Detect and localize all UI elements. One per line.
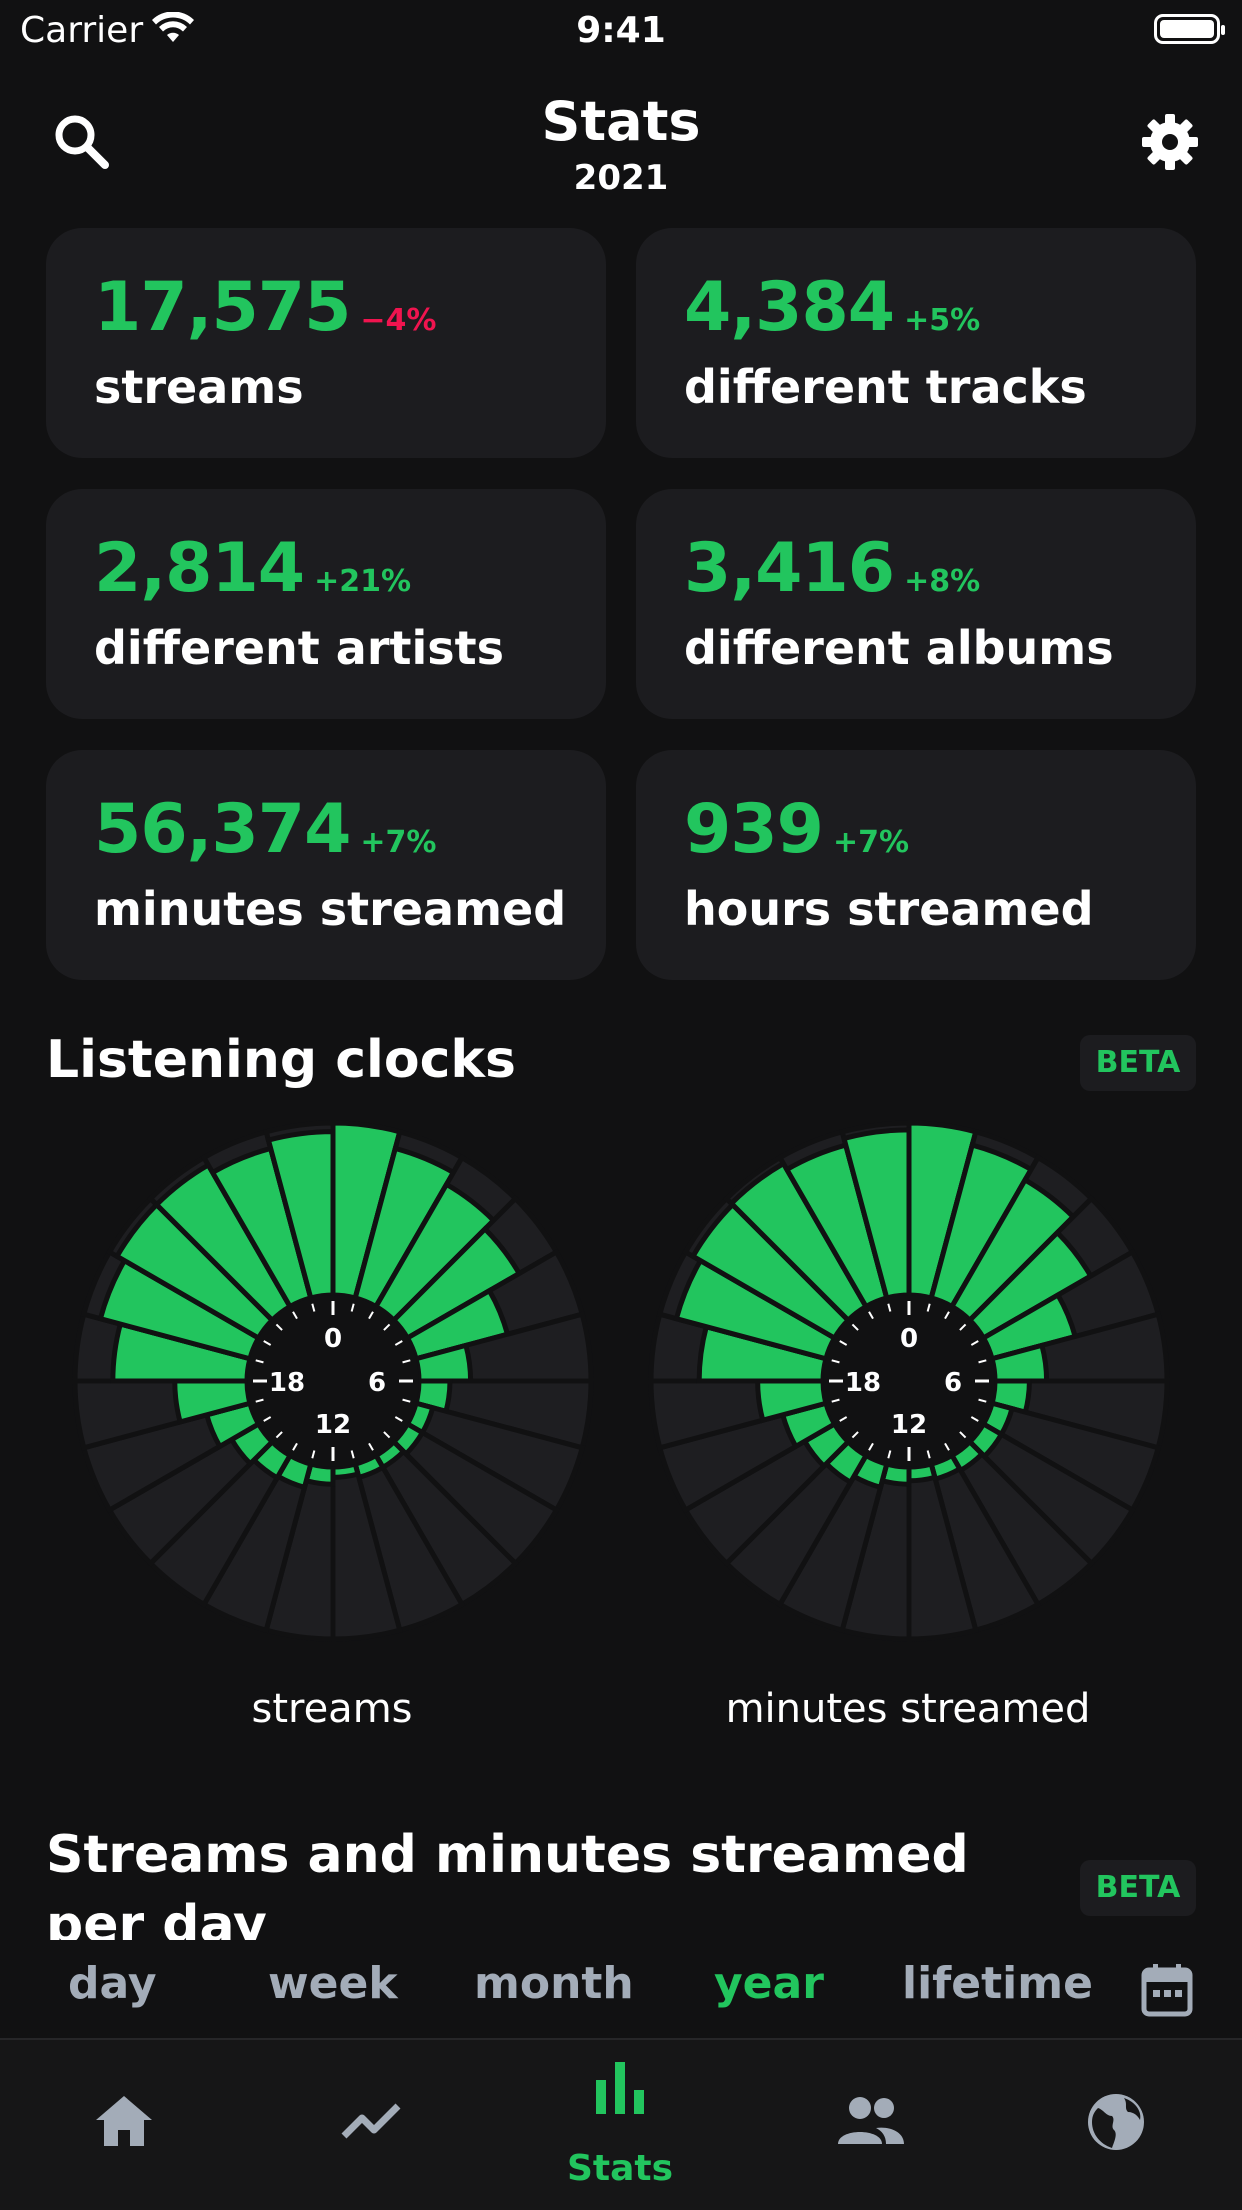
page-subtitle-year: 2021: [573, 158, 669, 198]
clock-dial-label: 0: [900, 1324, 918, 1354]
stat-value: 939 +7%: [684, 790, 910, 869]
stat-delta: +8%: [904, 564, 981, 599]
stat-label: streams: [94, 360, 304, 414]
stat-card-minutes-streamed[interactable]: 56,374 +7% minutes streamed: [46, 750, 606, 980]
globe-icon: [1088, 2094, 1144, 2150]
listening-clocks-title: Listening clocks: [46, 1030, 516, 1090]
period-selector: day week month year lifetime: [0, 1940, 1242, 2040]
period-year[interactable]: year: [714, 1958, 824, 2009]
stat-delta: −4%: [360, 303, 437, 338]
beta-badge: BETA: [1080, 1860, 1196, 1916]
listening-clock-minutes[interactable]: 06 12 18: [648, 1120, 1170, 1642]
clock-dial-label: 0: [324, 1324, 342, 1354]
gear-icon[interactable]: [1138, 110, 1202, 174]
tab-stats[interactable]: Stats: [496, 2040, 744, 2210]
home-icon: [96, 2096, 152, 2146]
period-day[interactable]: day: [68, 1958, 157, 2009]
tab-friends[interactable]: [744, 2040, 992, 2210]
tab-home[interactable]: [0, 2040, 248, 2210]
stat-label: hours streamed: [684, 882, 1094, 936]
stat-delta: +7%: [360, 825, 437, 860]
clock-label-minutes: minutes streamed: [725, 1686, 1091, 1732]
clock-dial-label: 18: [845, 1368, 881, 1398]
clock-dial-label: 6: [368, 1368, 386, 1398]
period-week[interactable]: week: [268, 1958, 398, 2009]
stat-value: 4,384 +5%: [684, 268, 981, 347]
calendar-icon[interactable]: [1140, 1962, 1194, 2018]
stat-card-different-tracks[interactable]: 4,384 +5% different tracks: [636, 228, 1196, 458]
stat-card-streams[interactable]: 17,575 −4% streams: [46, 228, 606, 458]
stat-delta: +21%: [314, 564, 412, 599]
stat-delta: +5%: [904, 303, 981, 338]
listening-clock-streams[interactable]: 06 12 18: [72, 1120, 594, 1642]
beta-badge: BETA: [1080, 1035, 1196, 1091]
stat-card-hours-streamed[interactable]: 939 +7% hours streamed: [636, 750, 1196, 980]
stat-value: 17,575 −4%: [94, 268, 437, 347]
stat-card-different-albums[interactable]: 3,416 +8% different albums: [636, 489, 1196, 719]
stat-value: 2,814 +21%: [94, 529, 412, 608]
tab-explore[interactable]: [992, 2040, 1240, 2210]
stats-icon: [596, 2062, 644, 2114]
stat-label: different tracks: [684, 360, 1087, 414]
battery-icon: [1154, 14, 1225, 44]
clock-dial-label: 6: [944, 1368, 962, 1398]
stat-value: 3,416 +8%: [684, 529, 981, 608]
tab-bar: Stats: [0, 2038, 1242, 2210]
clock-dial-label: 18: [269, 1368, 305, 1398]
tab-stats-label: Stats: [566, 2148, 674, 2189]
page-title: Stats: [541, 90, 701, 153]
trending-icon: [341, 2103, 401, 2139]
stat-label: different albums: [684, 621, 1114, 675]
period-lifetime[interactable]: lifetime: [902, 1958, 1093, 2009]
clock-label-streams: streams: [251, 1686, 413, 1732]
page-header: Stats 2021: [0, 80, 1242, 210]
clock-time: 9:41: [576, 10, 666, 51]
period-month[interactable]: month: [474, 1958, 634, 2009]
stat-card-different-artists[interactable]: 2,814 +21% different artists: [46, 489, 606, 719]
per-day-title: Streams and minutes streamed per day: [46, 1825, 969, 1955]
tab-trends[interactable]: [248, 2040, 496, 2210]
stat-label: minutes streamed: [94, 882, 567, 936]
status-bar: Carrier 9:41: [0, 0, 1242, 62]
stat-value: 56,374 +7%: [94, 790, 437, 869]
stat-label: different artists: [94, 621, 505, 675]
stat-delta: +7%: [832, 825, 910, 860]
friends-icon: [838, 2097, 904, 2144]
clock-dial-label: 12: [315, 1410, 351, 1440]
clock-dial-label: 12: [891, 1410, 927, 1440]
